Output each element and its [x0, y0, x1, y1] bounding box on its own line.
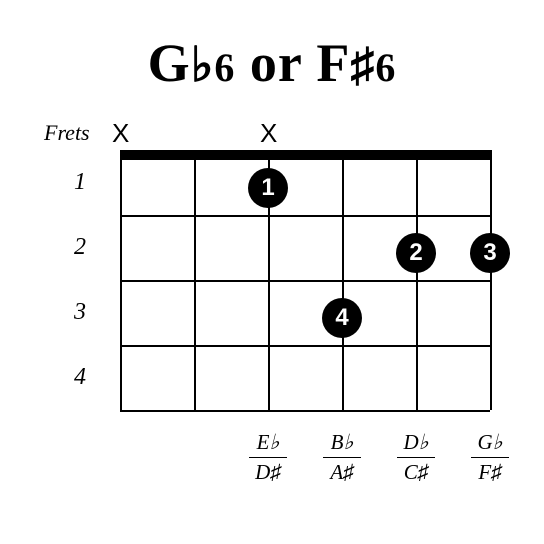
title-or: or [235, 33, 316, 93]
finger-dot: 4 [322, 298, 362, 338]
mute-mark: X [112, 118, 129, 149]
title-sharp: ♯ [350, 39, 375, 92]
fret-line [120, 215, 490, 217]
fret-number: 1 [74, 169, 86, 196]
string-line [120, 150, 122, 410]
mute-mark: X [260, 118, 277, 149]
nut [120, 150, 490, 160]
chord-grid: 1234 [120, 150, 490, 410]
note-flat: G♭ [471, 430, 509, 458]
finger-dot: 2 [396, 233, 436, 273]
note-column: D♭C♯ [386, 430, 446, 485]
finger-dot: 1 [248, 168, 288, 208]
frets-label: Frets [44, 120, 90, 146]
string-line [416, 150, 418, 410]
title-f: F [316, 33, 350, 93]
note-sharp: C♯ [404, 458, 429, 485]
title-g: G [148, 33, 191, 93]
title-flat: ♭ [191, 39, 215, 92]
string-line [490, 150, 492, 410]
note-sharp: F♯ [478, 458, 501, 485]
fret-number: 4 [74, 364, 86, 391]
fret-line [120, 280, 490, 282]
note-flat: D♭ [397, 430, 435, 458]
finger-dot: 3 [470, 233, 510, 273]
chord-title: G♭6 or F♯6 [0, 32, 544, 94]
fret-line [120, 410, 490, 412]
string-line [342, 150, 344, 410]
title-six-2: 6 [375, 45, 396, 90]
note-column: E♭D♯ [238, 430, 298, 485]
fret-number: 3 [74, 299, 86, 326]
fret-number: 2 [74, 234, 86, 261]
note-flat: B♭ [323, 430, 361, 458]
string-line [194, 150, 196, 410]
note-sharp: A♯ [330, 458, 353, 485]
title-six-1: 6 [214, 45, 235, 90]
note-sharp: D♯ [255, 458, 281, 485]
chord-diagram-page: G♭6 or F♯6 Frets 1234 1234XXE♭D♯B♭A♯D♭C♯… [0, 0, 544, 544]
fret-line [120, 345, 490, 347]
note-flat: E♭ [249, 430, 287, 458]
note-column: B♭A♯ [312, 430, 372, 485]
note-column: G♭F♯ [460, 430, 520, 485]
